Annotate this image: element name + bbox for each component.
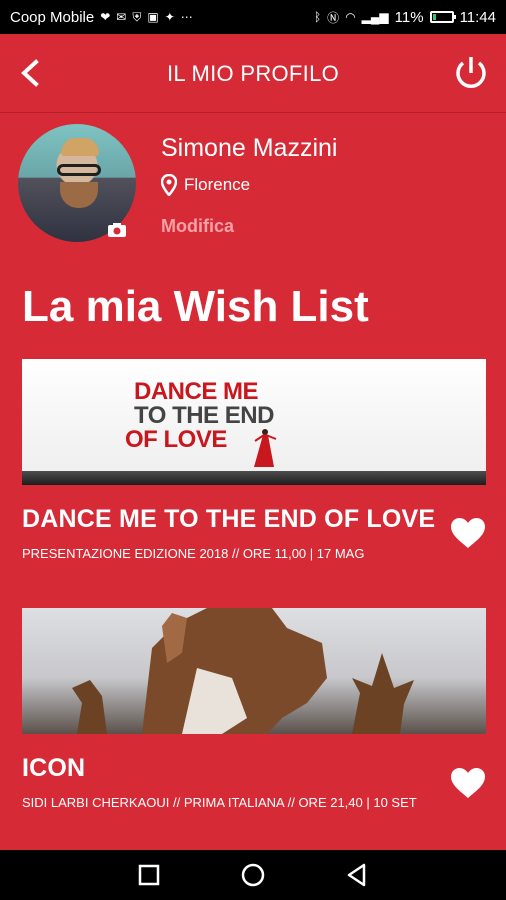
avatar-beard [60, 182, 98, 208]
wifi-icon: ◠ [345, 10, 356, 24]
bluetooth-icon: ᛒ [313, 10, 322, 24]
edit-profile-link[interactable]: Modifica [161, 216, 234, 237]
battery-icon [429, 11, 456, 23]
wishlist-item-icon[interactable]: ICON SIDI LARBI CHERKAOUI // PRIMA ITALI… [22, 608, 486, 810]
heart-favorite-icon[interactable] [450, 767, 486, 799]
event-image-dance[interactable]: DANCE ME TO THE END OF LOVE [22, 359, 486, 485]
recent-apps-icon[interactable] [136, 862, 162, 888]
mail-notification-icon: ✉ [116, 10, 127, 24]
nfc-icon: Ⓝ [327, 10, 340, 25]
profile-header: Simone Mazzini Florence Modifica [18, 124, 488, 244]
event-image-icon[interactable] [22, 608, 486, 734]
location-pin-icon [161, 174, 177, 196]
page-title: IL MIO PROFILO [166, 61, 340, 86]
event-details: SIDI LARBI CHERKAOUI // PRIMA ITALIANA /… [22, 795, 417, 810]
dancer-figure [254, 429, 277, 467]
carrier-name: Coop Mobile [10, 8, 95, 26]
event-title[interactable]: DANCE ME TO THE END OF LOVE [22, 505, 435, 534]
camera-icon[interactable] [107, 222, 127, 238]
app-bar: IL MIO PROFILO [0, 34, 506, 113]
profile-name: Simone Mazzini [161, 134, 338, 162]
wishlist-heading: La mia Wish List [22, 282, 369, 331]
heart-notification-icon: ❤ [100, 10, 111, 24]
battery-percent: 11% [394, 8, 424, 26]
clock: 11:44 [459, 8, 496, 26]
twitter-notification-icon: ✦ [164, 10, 175, 24]
heart-favorite-icon[interactable] [450, 517, 486, 549]
sculpture-photo [72, 608, 414, 734]
home-icon[interactable] [240, 862, 266, 888]
app-notification-icon: ▣ [147, 10, 159, 24]
location-text: Florence [184, 175, 251, 194]
avatar-glasses [57, 164, 101, 176]
image-text-line: OF LOVE [125, 426, 227, 453]
profile-location: Florence [161, 174, 250, 196]
image-floor [22, 471, 486, 485]
avatar-hair [61, 138, 99, 156]
signal-icon: ▂▄▆ [361, 10, 389, 24]
wishlist-item-dance[interactable]: DANCE ME TO THE END OF LOVE DANCE ME TO … [22, 359, 486, 561]
system-nav-bar [0, 850, 506, 900]
status-left: Coop Mobile ❤ ✉ ⛨ ▣ ✦ ⋯ [10, 9, 193, 26]
shield-notification-icon: ⛨ [132, 9, 142, 24]
event-details: PRESENTAZIONE EDIZIONE 2018 // ORE 11,00… [22, 546, 365, 561]
status-right: ᛒ Ⓝ ◠ ▂▄▆ 11% 11:44 [314, 9, 496, 26]
nav-back-icon[interactable] [344, 862, 370, 888]
status-bar: Coop Mobile ❤ ✉ ⛨ ▣ ✦ ⋯ ᛒ Ⓝ ◠ ▂▄▆ 11% 11… [0, 0, 506, 34]
event-title[interactable]: ICON [22, 754, 85, 783]
power-icon[interactable] [452, 54, 490, 92]
more-notifications-icon: ⋯ [180, 10, 193, 24]
